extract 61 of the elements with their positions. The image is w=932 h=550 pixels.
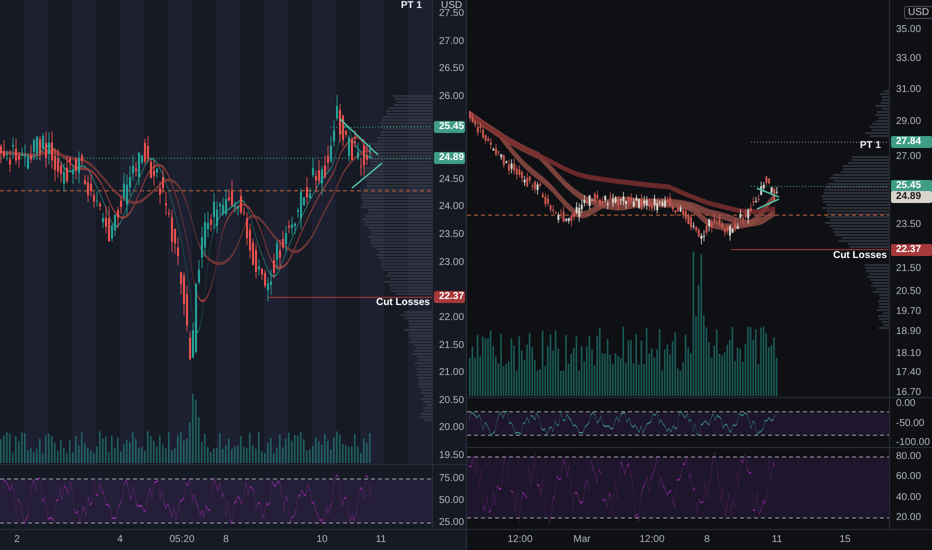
price-label: 19.50 xyxy=(439,450,464,462)
price-label: 0.00 xyxy=(896,398,916,410)
price-label: 80.00 xyxy=(896,451,922,463)
time-label: 10 xyxy=(316,534,328,546)
price-badge: 22.37 xyxy=(891,244,932,256)
time-label: 12:00 xyxy=(507,534,533,546)
price-badge: 25.45 xyxy=(891,180,932,192)
price-label: 50.00 xyxy=(439,495,464,507)
price-label: 23.50 xyxy=(896,219,922,232)
price-label: 33.00 xyxy=(896,52,922,65)
price-badge: 27.84 xyxy=(891,136,932,148)
time-label: 05:20 xyxy=(169,534,195,546)
time-label: 4 xyxy=(117,534,123,546)
price-label: 27.00 xyxy=(896,151,922,164)
time-label: 2 xyxy=(14,534,20,546)
price-label: 21.00 xyxy=(439,367,464,380)
price-badge: 24.89 xyxy=(891,191,932,204)
price-label: 17.40 xyxy=(896,366,922,379)
time-label: 8 xyxy=(704,534,710,546)
price-label: 60.00 xyxy=(896,471,922,484)
annotation-label: PT 1 xyxy=(860,140,881,152)
price-label: 23.00 xyxy=(439,256,464,269)
price-label: -50.00 xyxy=(896,418,924,430)
price-label: 40.00 xyxy=(896,492,922,504)
price-label: 26.00 xyxy=(439,90,464,103)
price-label: 18.10 xyxy=(896,348,922,360)
price-badge: 25.45 xyxy=(434,121,465,134)
time-label: 12:00 xyxy=(639,534,665,546)
time-label: 15 xyxy=(839,534,851,546)
price-badge: 22.37 xyxy=(434,291,465,304)
price-label: 29.00 xyxy=(896,116,922,128)
price-label: 23.50 xyxy=(439,229,464,241)
currency-label: USD xyxy=(904,6,932,19)
price-label: 31.00 xyxy=(896,84,922,96)
price-label: 24.50 xyxy=(439,174,464,186)
annotation-label: Cut Losses xyxy=(376,297,430,309)
annotation-label: Cut Losses xyxy=(833,250,887,262)
time-label: Mar xyxy=(573,534,591,546)
annotation-label: PT 1 xyxy=(400,0,422,12)
price-label: 20.50 xyxy=(439,394,464,407)
price-label: 21.50 xyxy=(439,340,464,352)
time-label: 11 xyxy=(376,534,386,546)
price-label: 20.00 xyxy=(439,422,464,434)
price-label: 21.50 xyxy=(896,263,922,276)
price-label: 27.00 xyxy=(439,36,464,48)
price-label: 75.00 xyxy=(439,473,464,485)
price-label: 26.50 xyxy=(439,63,464,76)
price-label: 20.50 xyxy=(896,286,922,298)
price-label: 16.70 xyxy=(896,387,922,399)
time-label: 11 xyxy=(772,534,782,546)
price-label: 24.00 xyxy=(439,201,464,214)
price-label: 19.70 xyxy=(896,306,922,318)
price-label: -100.00 xyxy=(896,437,930,449)
price-label: 27.50 xyxy=(439,8,464,20)
price-label: 20.00 xyxy=(896,512,922,524)
price-label: 22.00 xyxy=(439,312,464,324)
price-label: 35.00 xyxy=(896,24,922,36)
price-label: 25.00 xyxy=(439,517,464,529)
price-badge: 24.89 xyxy=(434,152,465,164)
time-label: 8 xyxy=(223,534,229,546)
price-label: 18.90 xyxy=(896,326,922,338)
